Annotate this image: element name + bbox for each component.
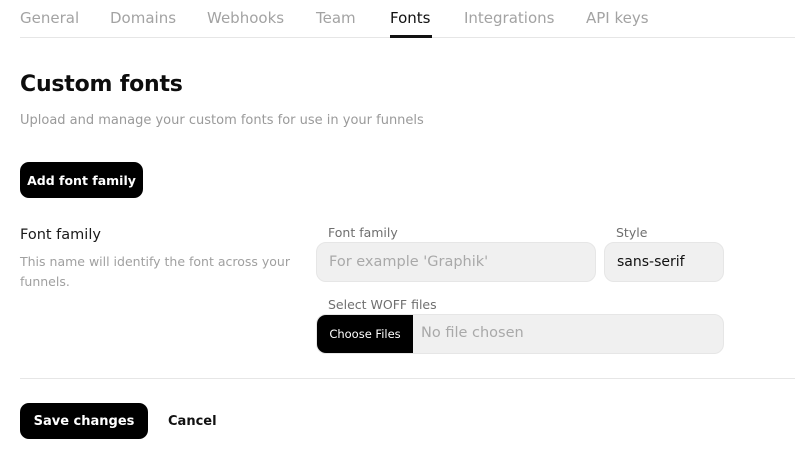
choose-files-button[interactable]: Choose Files xyxy=(317,315,413,353)
add-font-family-button[interactable]: Add font family xyxy=(20,162,143,198)
tab-webhooks[interactable]: Webhooks xyxy=(207,9,284,27)
tab-fonts[interactable]: Fonts xyxy=(390,9,430,27)
settings-tabs: General Domains Webhooks Team Fonts Inte… xyxy=(20,0,795,38)
tab-integrations[interactable]: Integrations xyxy=(464,9,554,27)
font-family-section-description: This name will identify the font across … xyxy=(20,254,290,289)
tab-api-keys[interactable]: API keys xyxy=(586,9,649,27)
cancel-button[interactable]: Cancel xyxy=(160,403,225,439)
woff-file-input[interactable]: Choose Files No file chosen xyxy=(316,314,724,354)
font-family-input[interactable] xyxy=(316,242,596,282)
save-changes-button[interactable]: Save changes xyxy=(20,403,148,439)
tab-team[interactable]: Team xyxy=(316,9,356,27)
active-tab-indicator xyxy=(390,35,432,38)
font-family-field-label: Font family xyxy=(328,225,398,240)
tab-general[interactable]: General xyxy=(20,9,79,27)
page-subtitle: Upload and manage your custom fonts for … xyxy=(20,113,424,128)
woff-files-label: Select WOFF files xyxy=(328,297,437,312)
style-select[interactable]: sans-serif xyxy=(604,242,724,282)
style-field-label: Style xyxy=(616,225,648,240)
tab-domains[interactable]: Domains xyxy=(110,9,176,27)
font-family-section-title: Font family xyxy=(20,227,101,243)
page-title: Custom fonts xyxy=(20,72,183,97)
footer-divider xyxy=(20,378,795,379)
file-status-text: No file chosen xyxy=(421,325,524,341)
